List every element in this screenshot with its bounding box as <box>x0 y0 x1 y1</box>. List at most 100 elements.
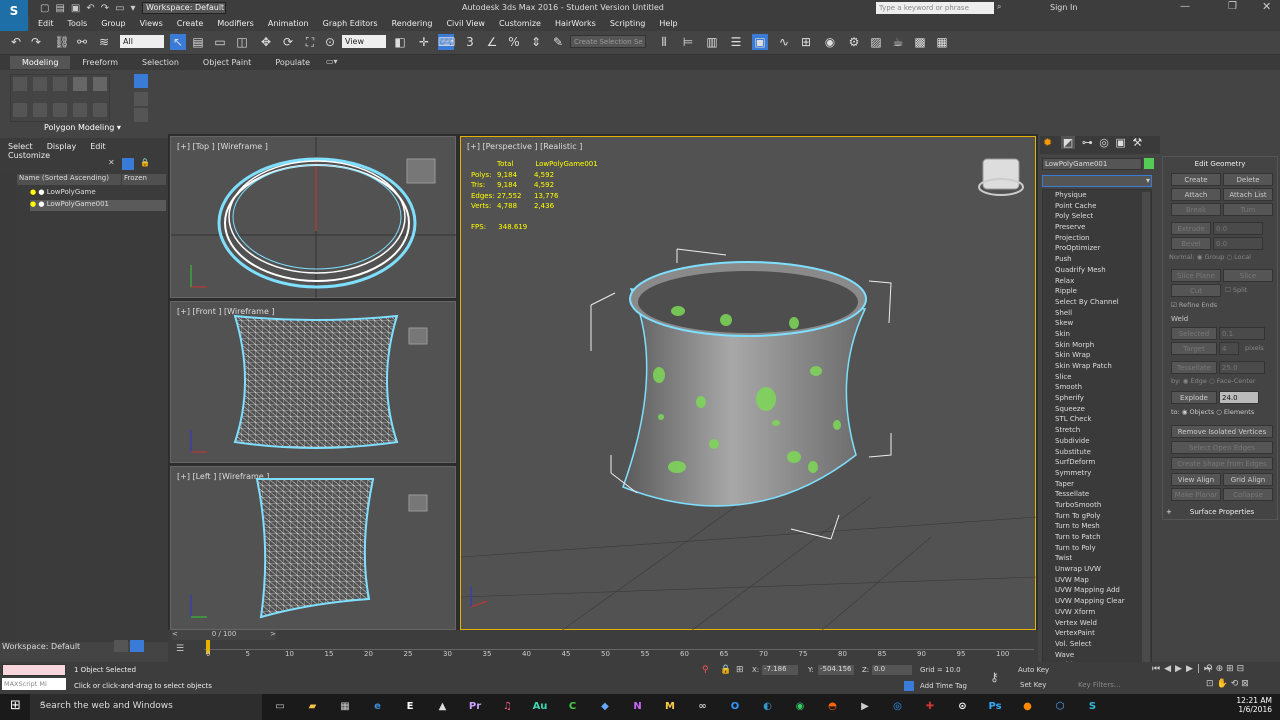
modifier-list-item[interactable]: SurfDeform <box>1043 457 1151 468</box>
app-icon[interactable]: ⊙ <box>955 699 971 715</box>
ribbon-tool-icon[interactable] <box>53 103 67 117</box>
calculator-icon[interactable]: ▦ <box>337 699 353 715</box>
key-icon[interactable]: ⚷ <box>990 670 999 684</box>
break-button[interactable]: Break <box>1171 203 1221 216</box>
curve-editor-icon[interactable]: ∿ <box>776 34 792 50</box>
sort-icon[interactable] <box>130 640 144 652</box>
cortana-search[interactable]: ⌕ Search the web and Windows <box>30 694 262 720</box>
mail-icon[interactable]: M <box>662 699 678 715</box>
modifier-list-item[interactable]: Relax <box>1043 276 1151 287</box>
rollout-title[interactable]: Edit Geometry <box>1163 160 1277 168</box>
close-icon[interactable]: ✕ <box>108 158 118 168</box>
render-production-icon[interactable]: ▩ <box>912 34 928 50</box>
tessellate-by-options[interactable]: by: ◉ Edge ○ Face-Center <box>1171 377 1256 385</box>
motion-tab-icon[interactable]: ◎ <box>1099 136 1109 149</box>
y-coordinate[interactable]: -504.156 <box>818 665 854 675</box>
render-frame-icon[interactable]: ▨ <box>868 34 884 50</box>
ribbon-panel-title[interactable]: Polygon Modeling ▾ <box>44 123 121 132</box>
target-pixels[interactable]: 4 <box>1219 342 1239 355</box>
modifier-list-item[interactable]: Skin <box>1043 329 1151 340</box>
list-item[interactable]: ● ● LowPolyGame <box>30 188 166 199</box>
edge-icon[interactable]: e <box>370 699 386 715</box>
app-icon[interactable]: ▲ <box>435 699 451 715</box>
modifier-list-item[interactable]: Stretch <box>1043 425 1151 436</box>
grid-align-button[interactable]: Grid Align <box>1223 473 1273 486</box>
time-tag-icon[interactable] <box>904 681 914 691</box>
audition-icon[interactable]: Au <box>532 699 548 715</box>
modifier-list-item[interactable]: Squeeze <box>1043 404 1151 415</box>
extrude-value[interactable]: 0.0 <box>1213 222 1263 235</box>
filter-icon[interactable] <box>122 158 134 170</box>
workspace-label[interactable]: Workspace: Default <box>2 642 80 651</box>
light-icon[interactable]: ● <box>30 188 36 196</box>
modifier-list-item[interactable]: UVW Map <box>1043 575 1151 586</box>
ribbon-tool-icon[interactable] <box>134 74 148 88</box>
redo-icon[interactable]: ↷ <box>28 34 44 50</box>
modifier-list-item[interactable]: Preserve <box>1043 222 1151 233</box>
modifier-list[interactable]: Physique Point Cache Poly Select Preserve Pr… <box>1042 189 1152 682</box>
utilities-tab-icon[interactable]: ⚒ <box>1132 136 1142 149</box>
attach-list-button[interactable]: Attach List <box>1223 188 1273 201</box>
layer-icon[interactable]: ▥ <box>704 34 720 50</box>
ribbon-tool-icon[interactable] <box>33 77 47 91</box>
modifier-list-item[interactable]: STL Check <box>1043 414 1151 425</box>
modifier-list-item[interactable]: Slice <box>1043 372 1151 383</box>
menu-item-scripting[interactable]: Scripting <box>610 19 646 28</box>
lock-icon[interactable]: 🔒 <box>140 158 150 167</box>
ribbon-tool-icon[interactable] <box>33 103 47 117</box>
ribbon-tool-icon[interactable] <box>13 77 27 91</box>
create-button[interactable]: Create <box>1171 173 1221 186</box>
start-icon[interactable]: ⊞ <box>10 698 21 713</box>
track-bar-icon[interactable]: ☰ <box>176 644 184 654</box>
select-open-edges-button[interactable]: Select Open Edges <box>1171 441 1273 454</box>
make-planar-button[interactable]: Make Planar <box>1171 488 1221 501</box>
create-shape-button[interactable]: Create Shape from Edges <box>1171 457 1273 470</box>
named-selection-dropdown[interactable]: Create Selection Se <box>570 35 646 48</box>
bind-space-warp-icon[interactable]: ≋ <box>96 34 112 50</box>
select-object-icon[interactable]: ↖ <box>170 34 186 50</box>
clock[interactable]: 12:21 AM 1/6/2016 <box>1226 696 1272 714</box>
object-name-field[interactable]: LowPolyGame001 <box>1042 158 1142 170</box>
close-button[interactable]: ✕ <box>1262 0 1271 13</box>
modify-tab-icon[interactable]: ◩ <box>1060 136 1076 149</box>
modifier-list-item[interactable]: Quadrify Mesh <box>1043 265 1151 276</box>
viewport-nav-icons[interactable]: ⊡✋⟲⊠ <box>1206 679 1252 689</box>
epic-icon[interactable]: E <box>402 699 418 715</box>
extrude-button[interactable]: Extrude <box>1171 222 1211 235</box>
modifier-list-item[interactable]: UVW Mapping Clear <box>1043 596 1151 607</box>
modifier-list-item[interactable]: Shell <box>1043 308 1151 319</box>
onenote-icon[interactable]: N <box>630 699 646 715</box>
render-icon[interactable]: ☕ <box>890 34 906 50</box>
quick-access-icons[interactable]: ▢▤▣↶↷▭▾ <box>40 3 142 14</box>
ribbon-tool-icon[interactable] <box>134 108 148 122</box>
modifier-list-item[interactable]: Taper <box>1043 479 1151 490</box>
help-search-input[interactable]: Type a keyword or phrase <box>876 2 994 14</box>
search-icon[interactable]: ⌕ <box>997 2 1007 14</box>
bevel-value[interactable]: 0.0 <box>1213 237 1263 250</box>
x-coordinate[interactable]: -7.186 <box>762 665 798 675</box>
place-icon[interactable]: ⊙ <box>322 34 338 50</box>
time-slider[interactable]: <0 / 100 > <box>172 630 276 640</box>
column-frozen-header[interactable]: Frozen <box>122 174 166 185</box>
file-explorer-icon[interactable]: ▰ <box>305 699 321 715</box>
tessellate-tension[interactable]: 25.0 <box>1219 361 1265 374</box>
object-color-swatch[interactable] <box>1144 158 1154 169</box>
app-icon[interactable]: ◓ <box>825 699 841 715</box>
hierarchy-tab-icon[interactable]: ⊶ <box>1082 136 1093 149</box>
app-logo-icon[interactable]: S <box>0 0 28 31</box>
modifier-list-item[interactable]: VertexPaint <box>1043 628 1151 639</box>
ribbon-tool-icon[interactable] <box>73 103 87 117</box>
firefox-icon[interactable]: ● <box>1020 699 1036 715</box>
add-time-tag[interactable]: Add Time Tag <box>920 682 967 690</box>
absolute-mode-icon[interactable]: ⊞ <box>736 665 744 675</box>
weld-target-button[interactable]: Target <box>1171 342 1217 355</box>
link-icon[interactable]: ⛓ <box>54 34 70 50</box>
ribbon-tool-icon[interactable] <box>93 77 107 91</box>
percent-snap-icon[interactable]: % <box>506 34 522 50</box>
modifier-list-item[interactable]: Ripple <box>1043 286 1151 297</box>
list-item[interactable]: ● ● LowPolyGame001 <box>30 200 166 211</box>
menu-item-help[interactable]: Help <box>659 19 677 28</box>
column-name-header[interactable]: Name (Sorted Ascending) <box>17 174 121 185</box>
modifier-list-item[interactable]: Skin Wrap Patch <box>1043 361 1151 372</box>
modifier-list-item[interactable]: Unwrap UVW <box>1043 564 1151 575</box>
